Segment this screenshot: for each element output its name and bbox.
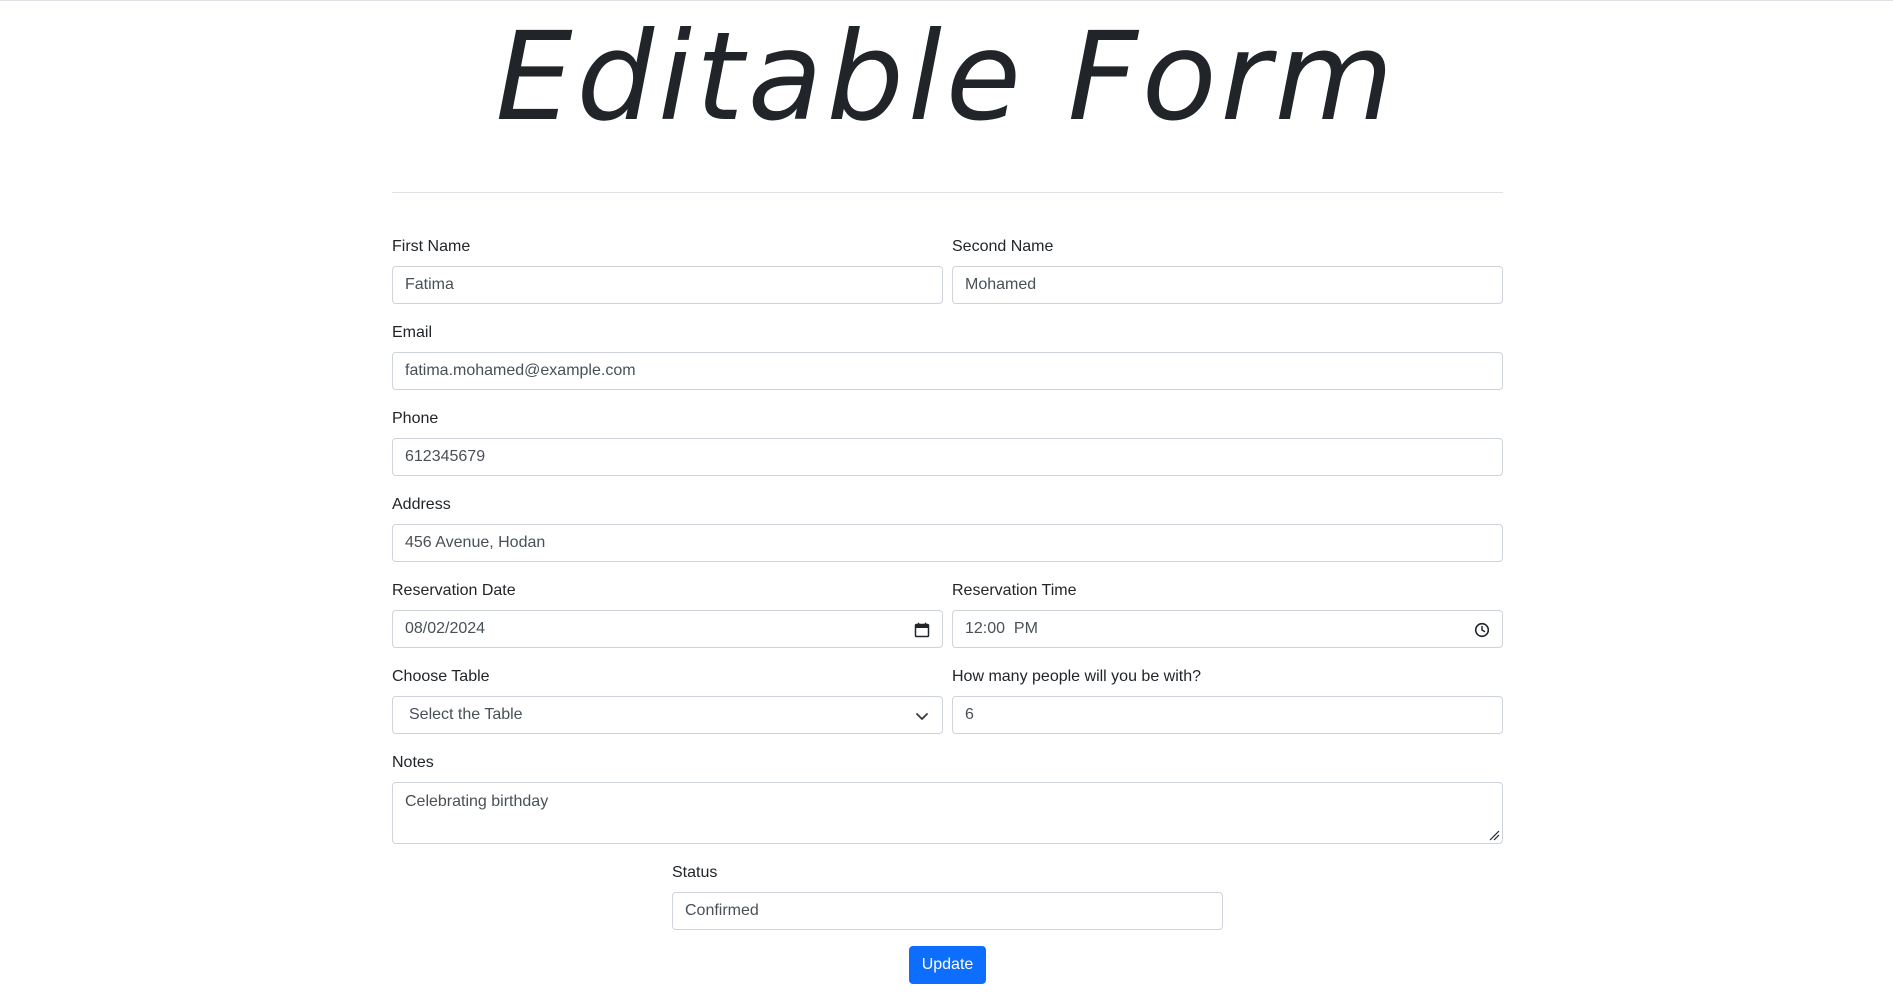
reservation-date-input[interactable]: 08/02/2024 bbox=[392, 610, 943, 648]
top-border bbox=[0, 0, 1893, 1]
second-name-value: Mohamed bbox=[965, 276, 1037, 293]
reservation-date-value: 08/02/2024 bbox=[405, 620, 486, 637]
address-input[interactable]: 456 Avenue, Hodan bbox=[392, 524, 1503, 562]
choose-table-label: Choose Table bbox=[392, 668, 490, 685]
clock-icon[interactable] bbox=[1474, 622, 1490, 638]
phone-input[interactable]: 612345679 bbox=[392, 438, 1503, 476]
address-value: 456 Avenue, Hodan bbox=[405, 534, 546, 551]
phone-group: Phone 612345679 bbox=[392, 408, 1503, 476]
reservation-date-group: Reservation Date 08/02/2024 bbox=[392, 580, 943, 648]
calendar-icon[interactable] bbox=[914, 622, 930, 638]
email-label: Email bbox=[392, 324, 433, 341]
page-title: Editable Form bbox=[495, 6, 1398, 148]
second-name-group: Second Name Mohamed bbox=[952, 236, 1503, 304]
first-name-group: First Name Fatima bbox=[392, 236, 943, 304]
people-input[interactable]: 6 bbox=[952, 696, 1503, 734]
title-divider bbox=[392, 192, 1503, 193]
resize-grip-icon[interactable] bbox=[1488, 829, 1500, 841]
notes-value: Celebrating birthday bbox=[405, 793, 549, 810]
email-value: fatima.mohamed@example.com bbox=[405, 362, 636, 379]
reservation-time-label: Reservation Time bbox=[952, 582, 1077, 599]
reservation-date-label: Reservation Date bbox=[392, 582, 516, 599]
notes-textarea[interactable]: Celebrating birthday bbox=[392, 782, 1503, 844]
address-group: Address 456 Avenue, Hodan bbox=[392, 494, 1503, 562]
choose-table-select[interactable]: Select the Table bbox=[392, 696, 943, 734]
first-name-label: First Name bbox=[392, 238, 471, 255]
first-name-input[interactable]: Fatima bbox=[392, 266, 943, 304]
second-name-input[interactable]: Mohamed bbox=[952, 266, 1503, 304]
email-input[interactable]: fatima.mohamed@example.com bbox=[392, 352, 1503, 390]
status-value: Confirmed bbox=[685, 902, 759, 919]
people-value: 6 bbox=[965, 706, 974, 723]
first-name-value: Fatima bbox=[405, 276, 454, 293]
chevron-down-icon bbox=[916, 713, 928, 720]
update-button[interactable]: Update bbox=[909, 946, 986, 984]
reservation-time-input[interactable]: 12:00 PM bbox=[952, 610, 1503, 648]
phone-value: 612345679 bbox=[405, 448, 486, 465]
email-group: Email fatima.mohamed@example.com bbox=[392, 322, 1503, 390]
phone-label: Phone bbox=[392, 410, 439, 427]
choose-table-selected: Select the Table bbox=[409, 706, 523, 723]
second-name-label: Second Name bbox=[952, 238, 1054, 255]
notes-group: Notes Celebrating birthday bbox=[392, 752, 1503, 844]
address-label: Address bbox=[392, 496, 451, 513]
status-label: Status bbox=[672, 864, 718, 881]
choose-table-group: Choose Table Select the Table bbox=[392, 666, 943, 734]
status-input[interactable]: Confirmed bbox=[672, 892, 1223, 930]
status-group: Status Confirmed bbox=[672, 862, 1223, 930]
people-label: How many people will you be with? bbox=[952, 668, 1202, 685]
notes-label: Notes bbox=[392, 754, 434, 771]
people-group: How many people will you be with? 6 bbox=[952, 666, 1503, 734]
reservation-time-group: Reservation Time 12:00 PM bbox=[952, 580, 1503, 648]
reservation-time-value: 12:00 PM bbox=[965, 620, 1038, 637]
